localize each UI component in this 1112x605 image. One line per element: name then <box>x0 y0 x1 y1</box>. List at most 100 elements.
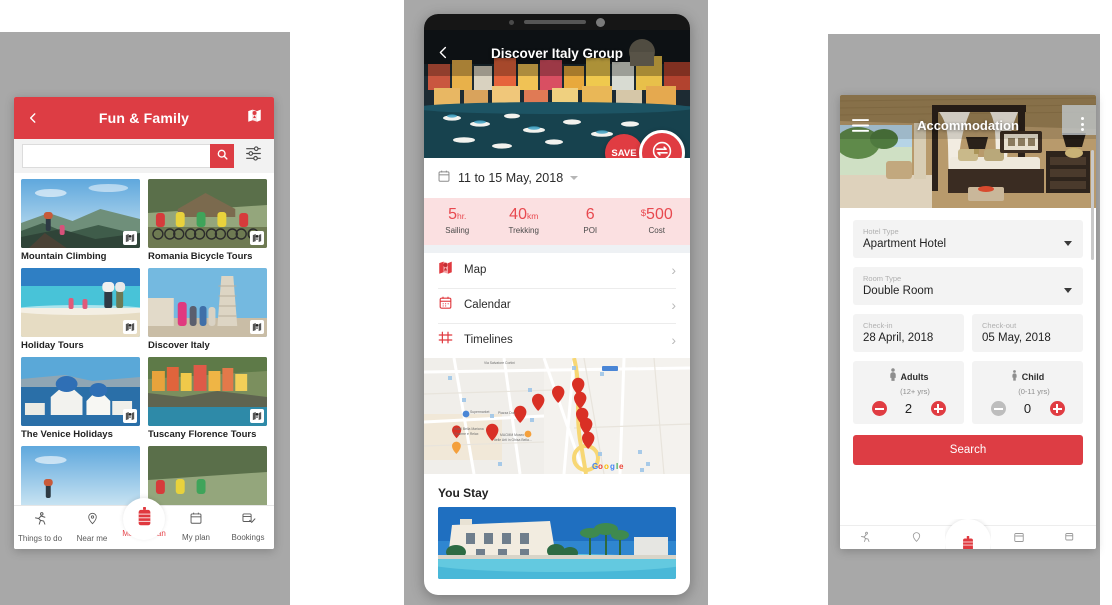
tab-make-a-plan[interactable]: Make a plan <box>118 498 170 540</box>
svg-text:l: l <box>616 462 618 471</box>
tab-label: Bookings <box>231 533 265 542</box>
kebab-menu-icon[interactable] <box>1081 117 1084 131</box>
menu-row-map[interactable]: Map › <box>424 252 690 288</box>
sensor-dot <box>596 17 605 27</box>
minus-circle-icon[interactable] <box>871 401 887 416</box>
plus-circle-icon[interactable] <box>930 401 946 416</box>
card-title: The Venice Holidays <box>21 429 113 440</box>
bottom-tab-bar <box>840 519 1096 549</box>
list-item[interactable]: Mountain Climbing <box>21 179 140 262</box>
adult-person-icon <box>889 368 897 386</box>
hotel-type-select[interactable]: Hotel Type Apartment Hotel <box>853 220 1083 258</box>
calendar-icon <box>438 295 453 315</box>
field-value: Double Room <box>863 285 934 297</box>
map-pin-icon <box>123 320 137 334</box>
field-label: Hotel Type <box>863 227 899 236</box>
card-thumbnail <box>21 357 140 426</box>
list-item[interactable]: Discover Italy <box>148 268 267 351</box>
filter-button[interactable] <box>240 144 266 168</box>
scrollbar-thumb[interactable] <box>1091 150 1094 260</box>
running-person-icon <box>859 530 872 548</box>
map-pin-icon <box>250 409 264 423</box>
stat-unit: hr. <box>456 211 467 221</box>
caret-down-icon <box>1064 241 1072 246</box>
tab-my-plan[interactable] <box>994 530 1045 548</box>
check-out-field[interactable]: Check-out 05 May, 2018 <box>972 314 1083 352</box>
svg-text:Hotel Bella Mariana: Hotel Bella Mariana <box>454 427 484 431</box>
tab-label: Things to do <box>17 534 63 543</box>
location-pin-icon <box>86 511 99 531</box>
tab-things-to-do[interactable] <box>840 530 891 548</box>
card-thumbnail <box>148 357 267 426</box>
stat-label: POI <box>583 225 598 235</box>
phone-screen-accommodation: Accommodation Hotel Type Apartment Hotel… <box>840 95 1096 549</box>
menu-row-calendar[interactable]: Calendar › <box>424 287 690 323</box>
list-item[interactable]: Tuscany Florence Tours <box>148 357 267 440</box>
calendar-icon <box>437 169 451 188</box>
tab-my-plan[interactable]: My plan <box>170 511 222 542</box>
card-thumbnail <box>21 268 140 337</box>
search-button[interactable]: Search <box>853 435 1083 465</box>
camera-dot <box>509 19 514 25</box>
speaker-bar <box>524 20 586 24</box>
plus-circle-icon[interactable] <box>1049 401 1065 416</box>
room-type-select[interactable]: Room Type Double Room <box>853 267 1083 305</box>
child-value: 0 <box>1023 401 1032 416</box>
stat-unit: km <box>526 211 539 221</box>
svg-text:Piazza Don: Piazza Don <box>498 411 515 415</box>
accommodation-search-form: Hotel Type Apartment Hotel Room Type Dou… <box>840 208 1096 465</box>
running-person-icon <box>33 511 48 531</box>
device-notch <box>424 14 690 30</box>
map-pin-icon[interactable] <box>247 108 262 128</box>
child-person-icon <box>1011 368 1018 386</box>
check-in-field[interactable]: Check-in 28 April, 2018 <box>853 314 964 352</box>
map-pin-icon <box>438 260 453 280</box>
list-item[interactable]: The Venice Holidays <box>21 357 140 440</box>
trip-map[interactable]: Via Salvatore Cortini Piazza Don Superma… <box>424 357 690 474</box>
you-stay-image[interactable] <box>438 506 676 579</box>
field-label: Check-in <box>863 321 893 330</box>
minus-circle-icon <box>990 401 1006 416</box>
map-pin-icon <box>123 409 137 423</box>
section-divider <box>424 244 690 253</box>
tab-label: My plan <box>181 533 210 542</box>
svg-text:e: e <box>619 462 624 471</box>
search-bar <box>14 139 274 173</box>
card-title: Mountain Climbing <box>21 251 107 262</box>
make-a-plan-fab[interactable] <box>123 498 165 540</box>
trip-date-selector[interactable]: 11 to 15 May, 2018 <box>424 158 690 198</box>
stat-value: 40 <box>509 206 527 223</box>
booking-check-icon <box>1064 530 1077 548</box>
tab-bookings[interactable] <box>1045 530 1096 548</box>
timeline-icon <box>438 330 453 350</box>
calendar-icon <box>189 511 203 530</box>
calendar-icon <box>1013 530 1025 548</box>
menu-row-label: Calendar <box>464 299 511 312</box>
search-input[interactable] <box>22 144 210 168</box>
stat-value: 500 <box>646 206 673 223</box>
svg-text:o: o <box>604 462 609 471</box>
svg-text:o: o <box>598 462 603 471</box>
tab-near-me[interactable] <box>891 530 942 548</box>
stat-poi: 6 POI <box>557 206 624 235</box>
field-value: Apartment Hotel <box>863 238 947 250</box>
caret-down-icon <box>1064 288 1072 293</box>
tab-near-me[interactable]: Near me <box>66 511 118 543</box>
menu-row-timelines[interactable]: Timelines › <box>424 322 690 358</box>
you-stay-heading: You Stay <box>438 485 489 500</box>
list-item[interactable]: Holiday Tours <box>21 268 140 351</box>
search-icon <box>216 148 229 164</box>
field-value: 28 April, 2018 <box>863 332 934 344</box>
make-a-plan-fab[interactable] <box>945 519 991 549</box>
back-icon[interactable] <box>26 111 40 125</box>
map-pin-icon <box>250 320 264 334</box>
svg-text:Supermarket: Supermarket <box>470 410 489 414</box>
list-item[interactable]: Romania Bicycle Tours <box>148 179 267 262</box>
phone-screen-discover-italy-group: Discover Italy Group SAVE 11 to 15 May, … <box>424 14 690 595</box>
tab-bookings[interactable]: Bookings <box>222 511 274 542</box>
chevron-down-icon <box>570 176 579 180</box>
tab-things-to-do[interactable]: Things to do <box>14 511 66 543</box>
stat-value: 6 <box>585 206 595 223</box>
search-button[interactable] <box>210 144 234 168</box>
child-stepper: Child (0-11 yrs) 0 <box>972 361 1083 424</box>
